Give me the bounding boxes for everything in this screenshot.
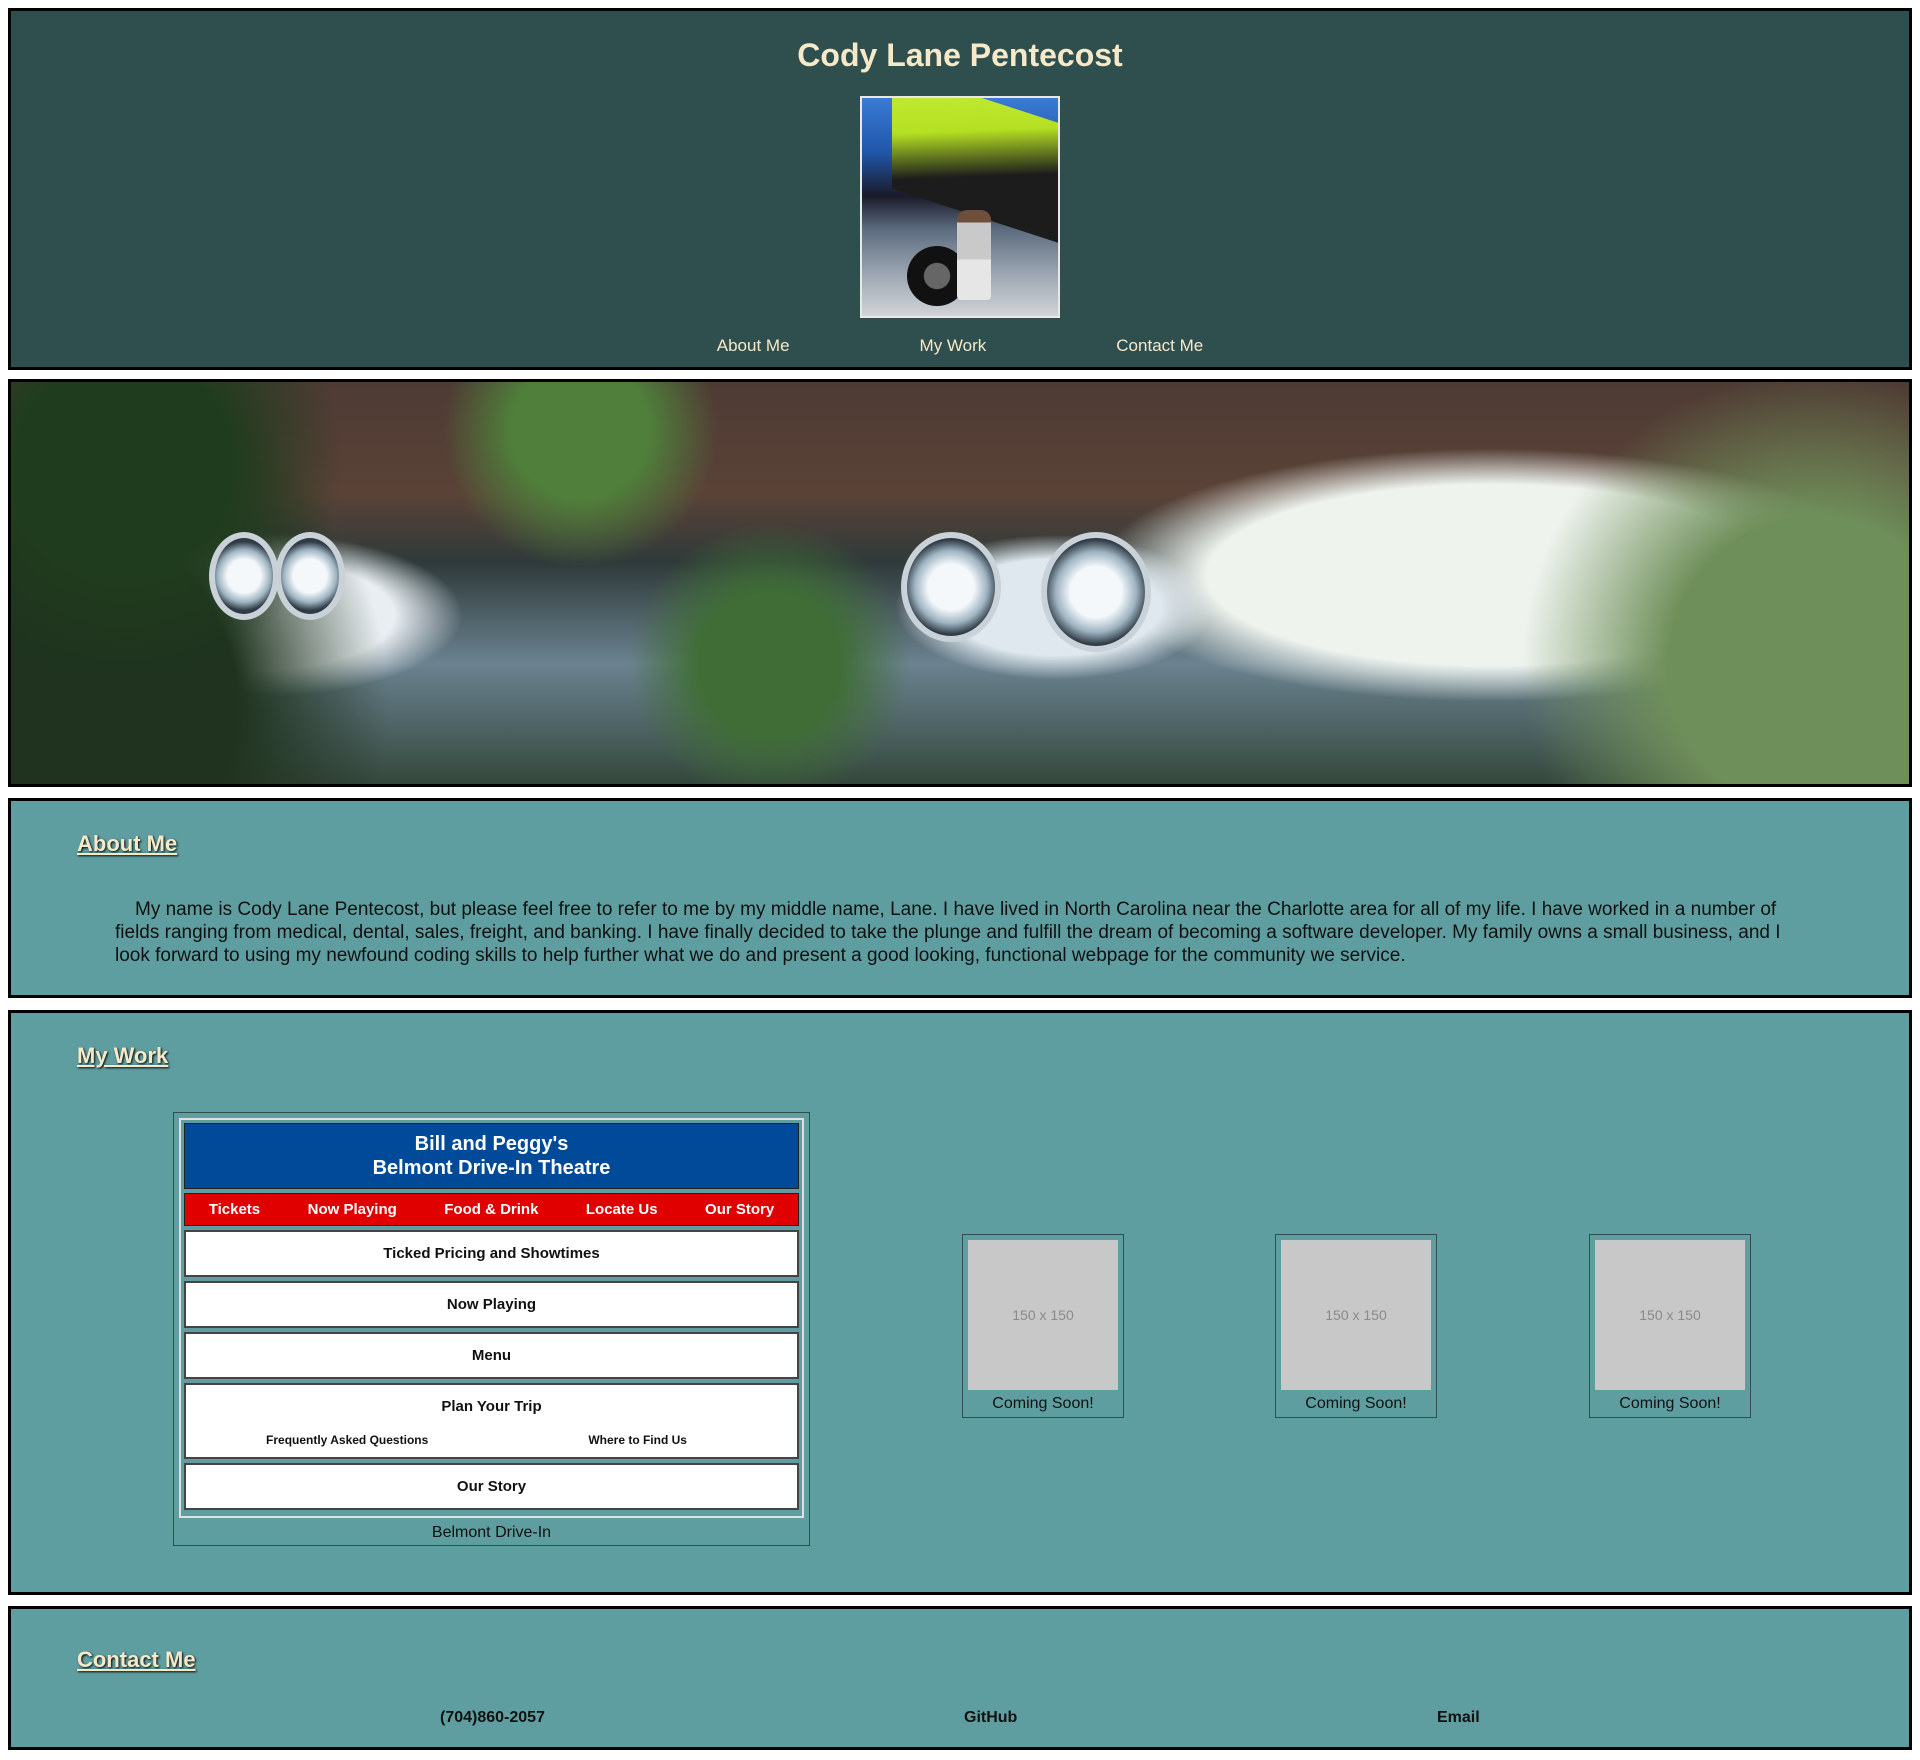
work-heading: My Work	[77, 1043, 169, 1068]
project-box-plan-trip-title: Plan Your Trip	[441, 1398, 542, 1415]
profile-photo	[860, 96, 1060, 318]
project-site-nav: Tickets Now Playing Food & Drink Locate …	[184, 1193, 799, 1226]
work-section: My Work Bill and Peggy's Belmont Drive-I…	[8, 1010, 1912, 1595]
hero-banner-image	[8, 379, 1912, 787]
project-sub-find-us: Where to Find Us	[588, 1433, 687, 1447]
main-nav: About Me My Work Contact Me	[11, 336, 1909, 356]
project-nav-locate: Locate Us	[585, 1201, 658, 1218]
nav-link-about[interactable]: About Me	[717, 336, 790, 356]
contact-email-link[interactable]: Email	[1437, 1709, 1480, 1727]
project-box-menu: Menu	[184, 1332, 799, 1379]
placeholder-caption-1: Coming Soon!	[992, 1395, 1094, 1412]
project-caption: Belmont Drive-In	[431, 1524, 552, 1541]
project-sub-faq: Frequently Asked Questions	[266, 1433, 429, 1447]
contact-heading: Contact Me	[77, 1647, 196, 1672]
project-nav-story: Our Story	[705, 1201, 775, 1218]
project-box-pricing: Ticked Pricing and Showtimes	[184, 1230, 799, 1277]
placeholder-caption-2: Coming Soon!	[1305, 1395, 1407, 1412]
placeholder-image-2: 150 x 150	[1281, 1240, 1431, 1390]
project-nav-food: Food & Drink	[444, 1201, 539, 1218]
placeholder-image-3: 150 x 150	[1595, 1240, 1745, 1390]
project-site-title-line2: Belmont Drive-In Theatre	[372, 1157, 611, 1179]
project-nav-now-playing: Now Playing	[307, 1201, 397, 1218]
project-card-belmont[interactable]: Bill and Peggy's Belmont Drive-In Theatr…	[173, 1112, 810, 1546]
nav-link-contact[interactable]: Contact Me	[1116, 336, 1203, 356]
project-site-title: Bill and Peggy's Belmont Drive-In Theatr…	[184, 1123, 799, 1189]
placeholder-image-1: 150 x 150	[968, 1240, 1118, 1390]
contact-phone[interactable]: (704)860-2057	[440, 1709, 545, 1727]
placeholder-caption-3: Coming Soon!	[1619, 1395, 1721, 1412]
project-screenshot: Bill and Peggy's Belmont Drive-In Theatr…	[179, 1118, 804, 1518]
site-header: Cody Lane Pentecost About Me My Work Con…	[8, 8, 1912, 370]
about-heading: About Me	[77, 831, 178, 856]
about-paragraph: My name is Cody Lane Pentecost, but plea…	[115, 899, 1781, 966]
page-title: Cody Lane Pentecost	[797, 37, 1123, 73]
contact-section: Contact Me (704)860-2057 GitHub Email	[8, 1606, 1912, 1750]
project-box-our-story: Our Story	[184, 1463, 799, 1510]
project-box-now-playing: Now Playing	[184, 1281, 799, 1328]
placeholder-card-3[interactable]: 150 x 150 Coming Soon!	[1589, 1234, 1751, 1418]
project-box-plan-trip: Plan Your Trip Frequently Asked Question…	[184, 1383, 799, 1459]
project-site-title-line1: Bill and Peggy's	[414, 1133, 569, 1155]
placeholder-card-1[interactable]: 150 x 150 Coming Soon!	[962, 1234, 1124, 1418]
contact-github-link[interactable]: GitHub	[964, 1709, 1017, 1727]
nav-link-work[interactable]: My Work	[920, 336, 987, 356]
placeholder-card-2[interactable]: 150 x 150 Coming Soon!	[1275, 1234, 1437, 1418]
project-nav-tickets: Tickets	[208, 1201, 261, 1218]
about-section: About Me My name is Cody Lane Pentecost,…	[8, 798, 1912, 998]
